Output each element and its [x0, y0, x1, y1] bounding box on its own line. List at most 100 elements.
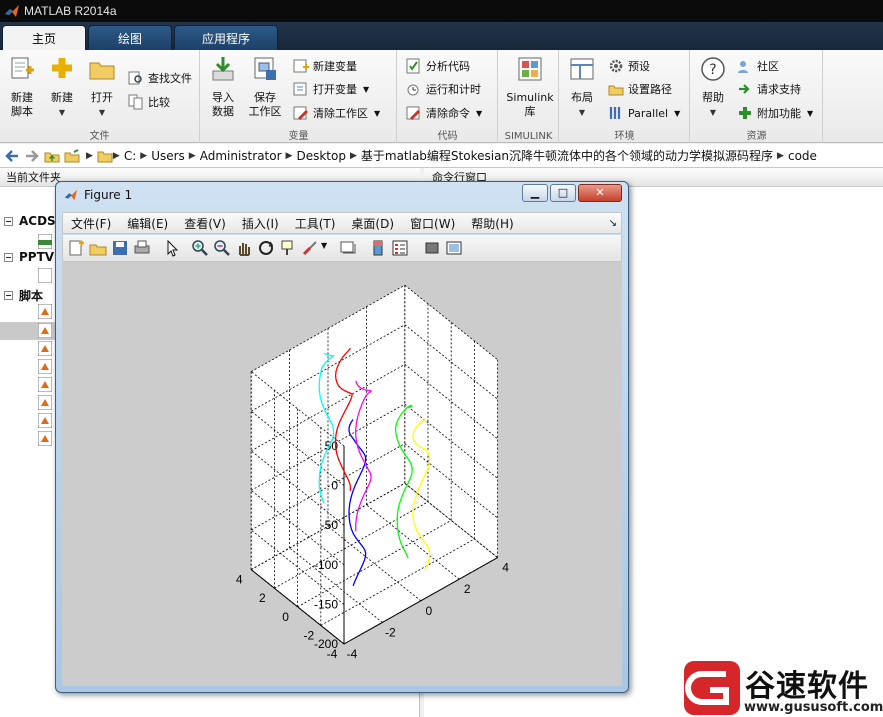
m-file-icon[interactable] — [38, 304, 52, 319]
save-workspace-icon — [254, 57, 276, 80]
crumb-users[interactable]: Users — [151, 149, 185, 163]
zoom-out-icon[interactable] — [213, 239, 231, 257]
new-script-button[interactable]: 新建 脚本 — [2, 55, 42, 119]
y-tick-label: -4 — [327, 647, 338, 661]
hide-plot-tools-icon[interactable] — [423, 239, 441, 257]
menu-desktop[interactable]: 桌面(D) — [351, 215, 394, 232]
tree-group-pptv[interactable]: − PPTV — [4, 250, 54, 264]
simulink-library-icon — [518, 57, 542, 81]
clear-workspace-button[interactable]: 清除工作区 ▼ — [293, 103, 380, 123]
m-file-icon[interactable] — [38, 413, 52, 428]
menu-window[interactable]: 窗口(W) — [410, 215, 455, 232]
maximize-button[interactable]: □ — [550, 184, 576, 202]
up-folder-icon[interactable] — [44, 148, 60, 164]
save-workspace-button[interactable]: 保存 工作区 — [245, 55, 285, 119]
addons-button[interactable]: 附加功能 ▼ — [737, 103, 813, 123]
open-variable-dropdown-icon[interactable]: ▼ — [363, 85, 369, 94]
simulink-library-button[interactable]: Simulink 库 — [503, 55, 557, 119]
compare-button[interactable]: 比较 — [128, 92, 170, 112]
menu-help[interactable]: 帮助(H) — [471, 215, 513, 232]
request-support-button[interactable]: 请求支持 — [737, 79, 801, 99]
z-tick-label: -50 — [321, 518, 339, 532]
x-tick-label: 4 — [502, 561, 509, 575]
tab-home[interactable]: 主页 — [2, 25, 86, 50]
menu-file[interactable]: 文件(F) — [71, 215, 111, 232]
clear-commands-button[interactable]: 清除命令 ▼ — [406, 103, 482, 123]
m-file-icon[interactable] — [38, 341, 52, 356]
rotate-3d-icon[interactable] — [257, 239, 275, 257]
layout-label: 布局 — [571, 91, 593, 104]
tree-group-scripts[interactable]: − 脚本 — [4, 287, 43, 304]
m-file-icon[interactable] — [38, 431, 52, 446]
open-variable-button[interactable]: 打开变量 ▼ — [293, 79, 369, 99]
set-path-button[interactable]: 设置路径 — [608, 79, 672, 99]
collapse-icon[interactable]: − — [4, 252, 13, 262]
addons-dropdown-icon[interactable]: ▼ — [807, 109, 813, 118]
back-arrow-icon[interactable] — [4, 148, 20, 164]
import-data-button[interactable]: 导入 数据 — [203, 55, 243, 119]
m-file-icon[interactable] — [38, 323, 52, 338]
address-bar: ▶ ▶ C: ▶ Users ▶ Administrator ▶ Desktop… — [0, 144, 883, 168]
close-button[interactable]: ✕ — [578, 184, 622, 202]
tree-group-acds[interactable]: − ACDS — [4, 214, 56, 228]
m-file-icon[interactable] — [38, 359, 52, 374]
find-files-icon — [128, 71, 142, 85]
crumb-administrator[interactable]: Administrator — [200, 149, 282, 163]
m-file-icon[interactable] — [38, 377, 52, 392]
m-file-icon[interactable] — [38, 395, 52, 410]
colorbar-icon[interactable] — [369, 239, 387, 257]
clear-workspace-dropdown-icon[interactable]: ▼ — [374, 109, 380, 118]
ribbon-tabstrip: 主页 绘图 应用程序 — [0, 22, 883, 50]
open-file-icon[interactable] — [89, 239, 107, 257]
menu-insert[interactable]: 插入(I) — [242, 215, 279, 232]
analyze-code-label: 分析代码 — [426, 60, 470, 73]
find-files-button[interactable]: 查找文件 — [128, 68, 192, 88]
crumb-project-folder[interactable]: 基于matlab编程Stokesian沉降牛顿流体中的各个领域的动力学模拟源码程… — [361, 147, 773, 164]
tab-plots[interactable]: 绘图 — [88, 25, 172, 50]
run-and-time-button[interactable]: 运行和计时 — [406, 79, 481, 99]
ribbon-group-resources: ? 帮助 ▼ 社区 请求支持 附加功能 ▼ 资源 — [691, 50, 823, 143]
dock-arrow-icon[interactable]: ↘ — [609, 218, 617, 229]
collapse-icon[interactable]: − — [4, 291, 13, 300]
menu-view[interactable]: 查看(V) — [184, 215, 226, 232]
parallel-dropdown-icon[interactable]: ▼ — [674, 109, 680, 118]
save-icon[interactable] — [111, 239, 129, 257]
layout-button[interactable]: 布局 ▼ — [562, 55, 602, 120]
new-figure-icon[interactable] — [67, 239, 85, 257]
link-plot-icon[interactable] — [339, 239, 357, 257]
forward-arrow-icon[interactable] — [24, 148, 40, 164]
preferences-button[interactable]: 预设 — [608, 56, 650, 76]
show-plot-tools-icon[interactable] — [445, 239, 463, 257]
menu-tools[interactable]: 工具(T) — [295, 215, 336, 232]
parallel-button[interactable]: Parallel ▼ — [608, 103, 680, 123]
community-button[interactable]: 社区 — [737, 56, 779, 76]
crumb-c[interactable]: C: — [124, 149, 136, 163]
help-button[interactable]: ? 帮助 ▼ — [693, 55, 733, 120]
new-variable-button[interactable]: 新建变量 — [293, 56, 357, 76]
analyze-code-button[interactable]: 分析代码 — [406, 56, 470, 76]
clear-commands-dropdown-icon[interactable]: ▼ — [476, 109, 482, 118]
print-icon[interactable] — [133, 239, 151, 257]
brush-dropdown-icon[interactable]: ▼ — [321, 241, 327, 250]
axes-3d[interactable]: 500-50-100-150-200420-2-4420-2-4 — [62, 262, 622, 686]
brush-icon[interactable] — [301, 239, 319, 257]
set-path-label: 设置路径 — [628, 83, 672, 96]
figure-window[interactable]: Figure 1 ▁ □ ✕ 文件(F) 编辑(E) 查看(V) 插入(I) 工… — [55, 181, 629, 693]
data-cursor-icon[interactable] — [279, 239, 297, 257]
crumb-code[interactable]: code — [788, 149, 817, 163]
browse-folder-icon[interactable] — [64, 148, 80, 164]
ribbon-group-variable: 导入 数据 保存 工作区 新建变量 打开变量 ▼ 清除工作区 ▼ 变量 — [201, 50, 397, 143]
menu-edit[interactable]: 编辑(E) — [127, 215, 168, 232]
open-button[interactable]: 打开 ▼ — [82, 55, 122, 120]
pointer-icon[interactable] — [163, 239, 181, 257]
legend-icon[interactable] — [391, 239, 409, 257]
tab-apps[interactable]: 应用程序 — [174, 25, 278, 50]
minimize-button[interactable]: ▁ — [522, 184, 548, 202]
pan-hand-icon[interactable] — [235, 239, 253, 257]
crumb-desktop[interactable]: Desktop — [296, 149, 346, 163]
new-button[interactable]: 新建 ▼ — [42, 55, 82, 120]
analyze-code-icon — [406, 58, 420, 74]
zoom-in-icon[interactable] — [191, 239, 209, 257]
plot-area[interactable]: 50 0 -50 -100 -150 -200 4 2 0 -2 -4 4 2 0 -2 -4 — [62, 262, 622, 686]
collapse-icon[interactable]: − — [4, 216, 13, 226]
